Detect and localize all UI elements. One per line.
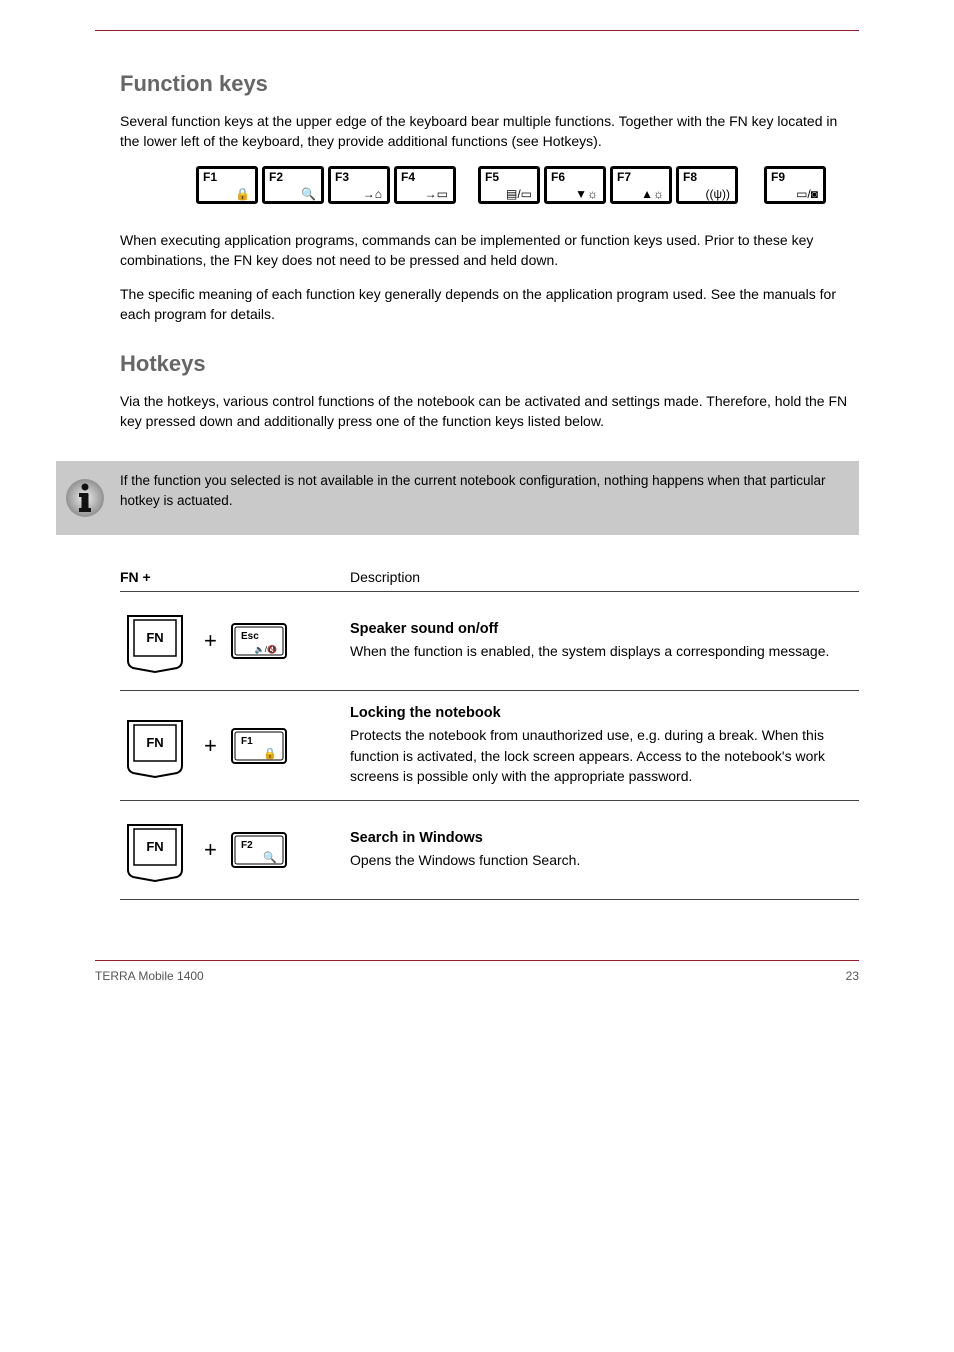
key-f9: F9 ▭/◙ — [764, 166, 826, 204]
function-keys-heading: Function keys — [120, 71, 859, 97]
fn-key-icon: FN — [120, 711, 190, 781]
svg-text:FN: FN — [146, 735, 163, 750]
note-text: If the function you selected is not avai… — [120, 471, 841, 510]
info-icon — [64, 477, 106, 519]
key-label: F1 — [203, 170, 217, 184]
key-f5: F5 ▤/▭ — [478, 166, 540, 204]
row-title: Locking the notebook — [350, 705, 859, 721]
function-key-row: F1 🔒 F2 🔍 F3 →⌂ F4 →▭ F5 ▤/▭ F6 ▼☼ F7 ▲☼ — [196, 166, 859, 204]
plus-icon: + — [204, 628, 217, 654]
row-body: When the function is enabled, the system… — [350, 641, 859, 661]
brightness-up-icon: ▲☼ — [641, 188, 664, 200]
fn-key-icon: FN — [120, 606, 190, 676]
brightness-down-icon: ▼☼ — [575, 188, 598, 200]
svg-text:F1: F1 — [241, 736, 253, 747]
row-title: Search in Windows — [350, 830, 859, 846]
table-row: FN + Esc 🔈/🔇 Speaker sound on/off When t… — [120, 592, 859, 691]
f2-key-icon: F2 🔍 — [231, 832, 287, 868]
lock-icon: 🔒 — [263, 747, 277, 760]
key-label: F4 — [401, 170, 415, 184]
search-icon: 🔍 — [301, 188, 316, 200]
function-keys-para-2: The specific meaning of each function ke… — [120, 284, 859, 325]
lock-icon: 🔒 — [235, 188, 250, 200]
key-label: F5 — [485, 170, 499, 184]
key-label: F6 — [551, 170, 565, 184]
svg-text:Esc: Esc — [241, 631, 259, 642]
header-rule — [95, 30, 859, 31]
search-icon: 🔍 — [263, 850, 277, 864]
footer-title: TERRA Mobile 1400 — [95, 969, 204, 983]
function-keys-intro: Several function keys at the upper edge … — [120, 111, 859, 152]
sound-icon: 🔈/🔇 — [255, 644, 277, 654]
row-body: Opens the Windows function Search. — [350, 850, 859, 870]
svg-text:FN: FN — [146, 630, 163, 645]
key-label: F9 — [771, 170, 785, 184]
table-header-desc: Description — [350, 569, 859, 592]
key-label: F2 — [269, 170, 283, 184]
fn-key-icon: FN — [120, 815, 190, 885]
hotkeys-intro: Via the hotkeys, various control functio… — [120, 391, 859, 432]
key-f7: F7 ▲☼ — [610, 166, 672, 204]
key-f6: F6 ▼☼ — [544, 166, 606, 204]
wireless-icon: ((ψ)) — [705, 188, 730, 200]
info-note-box: If the function you selected is not avai… — [56, 461, 859, 535]
key-f8: F8 ((ψ)) — [676, 166, 738, 204]
display-switch-icon: →⌂ — [363, 188, 382, 200]
f1-key-icon: F1 🔒 — [231, 728, 287, 764]
key-label: F3 — [335, 170, 349, 184]
row-body: Protects the notebook from unauthorized … — [350, 725, 859, 786]
table-row: FN + F2 🔍 Search in Windows Opens the Wi… — [120, 801, 859, 900]
table-header-combo: FN + — [120, 569, 350, 592]
svg-text:F2: F2 — [241, 840, 253, 851]
key-label: F7 — [617, 170, 631, 184]
display-off-icon: →▭ — [425, 188, 448, 200]
key-f1: F1 🔒 — [196, 166, 258, 204]
footer-page-number: 23 — [846, 969, 859, 983]
page-footer: TERRA Mobile 1400 23 — [95, 960, 859, 983]
table-row: FN + F1 🔒 Locking the notebook Protects … — [120, 691, 859, 801]
svg-text:FN: FN — [146, 839, 163, 854]
key-f2: F2 🔍 — [262, 166, 324, 204]
display-toggle-icon: ▤/▭ — [506, 188, 532, 200]
key-label: F8 — [683, 170, 697, 184]
esc-key-icon: Esc 🔈/🔇 — [231, 623, 287, 659]
hotkey-table: FN + Description FN + Esc 🔈/🔇 — [120, 569, 859, 900]
key-f4: F4 →▭ — [394, 166, 456, 204]
plus-icon: + — [204, 733, 217, 759]
row-title: Speaker sound on/off — [350, 621, 859, 637]
touchpad-camera-icon: ▭/◙ — [796, 188, 818, 200]
hotkeys-heading: Hotkeys — [120, 351, 859, 377]
key-f3: F3 →⌂ — [328, 166, 390, 204]
plus-icon: + — [204, 837, 217, 863]
function-keys-para-1: When executing application programs, com… — [120, 230, 859, 271]
